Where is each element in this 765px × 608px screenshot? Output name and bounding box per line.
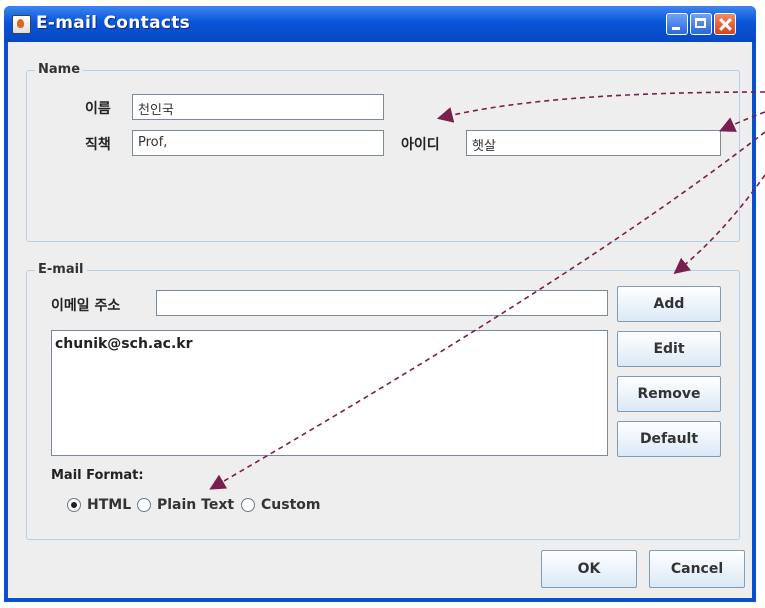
email-address-field[interactable] <box>156 290 608 316</box>
email-list[interactable]: chunik@sch.ac.kr <box>51 330 608 456</box>
radio-unselected-icon[interactable] <box>241 498 255 512</box>
remove-button[interactable]: Remove <box>617 376 721 412</box>
radio-custom[interactable]: Custom <box>241 497 320 513</box>
java-cup-icon <box>12 15 31 34</box>
radio-html[interactable]: HTML <box>67 497 131 513</box>
mail-format-label: Mail Format: <box>51 468 144 483</box>
radio-plain-text[interactable]: Plain Text <box>137 497 234 513</box>
title-bar[interactable]: E-mail Contacts <box>4 6 756 42</box>
name-group-title: Name <box>35 62 84 77</box>
id-label: 아이디 <box>401 137 440 153</box>
email-address-label: 이메일 주소 <box>51 298 121 314</box>
minimize-icon[interactable] <box>666 13 688 35</box>
edit-button[interactable]: Edit <box>617 331 721 367</box>
maximize-icon[interactable] <box>690 13 712 35</box>
name-field[interactable]: 천인국 <box>132 94 384 120</box>
list-item[interactable]: chunik@sch.ac.kr <box>55 336 193 352</box>
radio-custom-label: Custom <box>261 497 321 513</box>
name-label: 이름 <box>85 101 111 117</box>
email-group-title: E-mail <box>35 262 87 277</box>
job-title-field[interactable]: Prof, <box>132 130 384 156</box>
radio-unselected-icon[interactable] <box>137 498 151 512</box>
job-title-label: 직책 <box>85 137 111 153</box>
dialog-body: Name 이름 천인국 직책 Prof, 아이디 햇살 E-mail 이메일 주… <box>8 42 752 598</box>
radio-selected-icon[interactable] <box>67 498 81 512</box>
radio-plain-text-label: Plain Text <box>157 497 235 513</box>
radio-html-label: HTML <box>87 497 132 513</box>
window-title: E-mail Contacts <box>36 13 191 33</box>
ok-button[interactable]: OK <box>541 550 637 588</box>
email-contacts-window: E-mail Contacts Name 이름 천인국 직책 Prof, 아이디… <box>4 6 756 602</box>
id-field[interactable]: 햇살 <box>466 130 721 156</box>
close-icon[interactable] <box>714 13 736 35</box>
cancel-button[interactable]: Cancel <box>649 550 745 588</box>
add-button[interactable]: Add <box>617 286 721 322</box>
default-button[interactable]: Default <box>617 421 721 457</box>
